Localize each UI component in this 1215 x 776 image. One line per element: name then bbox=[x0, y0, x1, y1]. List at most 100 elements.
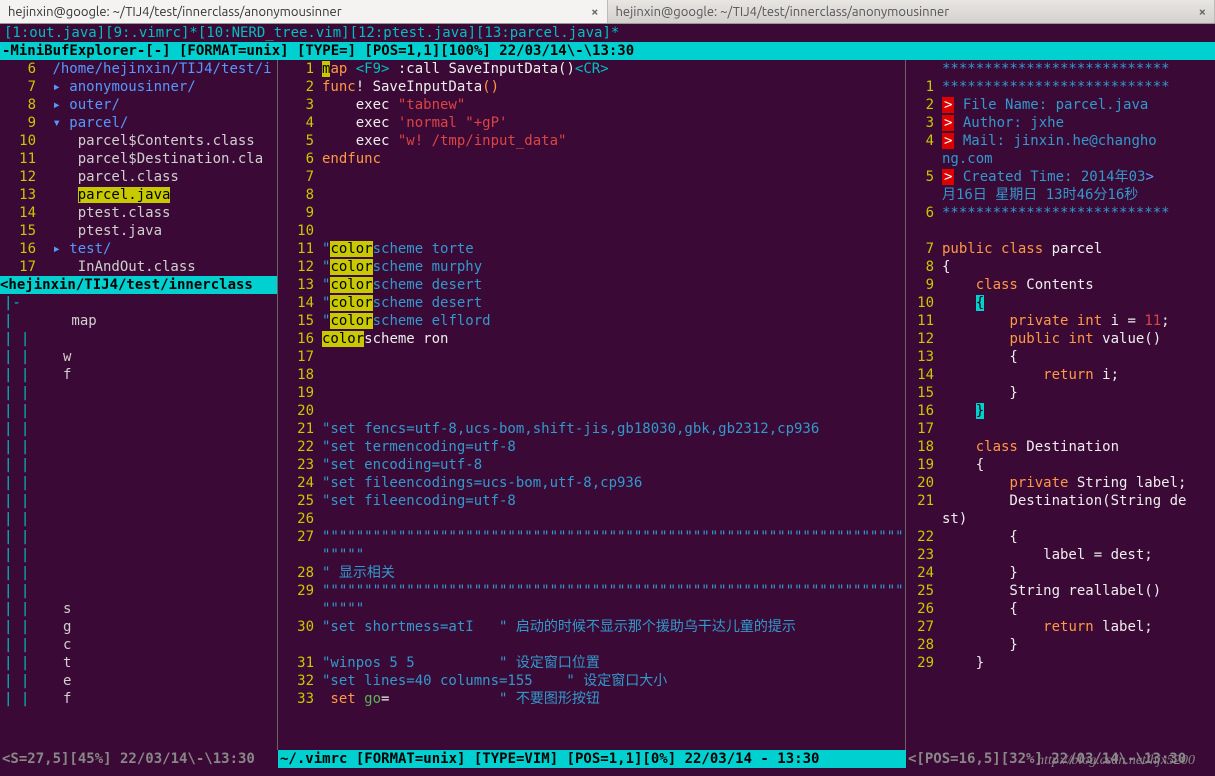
taglist-item[interactable]: | | e bbox=[0, 672, 277, 690]
code-line[interactable]: 13 { bbox=[906, 348, 1215, 366]
code-line[interactable]: 4> Mail: jinxin.he@changho bbox=[906, 132, 1215, 150]
code-line[interactable]: *************************** bbox=[906, 60, 1215, 78]
code-line[interactable]: 11"colorscheme torte bbox=[278, 240, 905, 258]
taglist-item[interactable]: | | bbox=[0, 330, 277, 348]
code-line[interactable]: 27 return label; bbox=[906, 618, 1215, 636]
code-line[interactable]: 19 { bbox=[906, 456, 1215, 474]
tree-row[interactable]: 8 ▸ outer/ bbox=[0, 96, 277, 114]
tree-row[interactable]: 12 parcel.class bbox=[0, 168, 277, 186]
tree-row[interactable]: 17 InAndOut.class bbox=[0, 258, 277, 276]
code-line[interactable]: 2func! SaveInputData() bbox=[278, 78, 905, 96]
code-line[interactable]: 32"set lines=40 columns=155 " 设定窗口大小 bbox=[278, 672, 905, 690]
taglist-item[interactable]: | | bbox=[0, 492, 277, 510]
terminal-tab-2[interactable]: hejinxin@google: ~/TIJ4/test/innerclass/… bbox=[608, 0, 1215, 23]
code-line[interactable]: 1*************************** bbox=[906, 78, 1215, 96]
code-line[interactable]: """"" bbox=[278, 600, 905, 618]
taglist-item[interactable]: | | g bbox=[0, 618, 277, 636]
code-line[interactable]: 28 } bbox=[906, 636, 1215, 654]
tree-row[interactable]: 9 ▾ parcel/ bbox=[0, 114, 277, 132]
tree-row[interactable]: 15 ptest.java bbox=[0, 222, 277, 240]
taglist-item[interactable]: | | bbox=[0, 528, 277, 546]
code-line[interactable]: 20 bbox=[278, 402, 905, 420]
code-line[interactable]: 12 public int value() bbox=[906, 330, 1215, 348]
code-line[interactable]: 14"colorscheme desert bbox=[278, 294, 905, 312]
taglist-item[interactable]: | | bbox=[0, 420, 277, 438]
code-line[interactable]: 17 bbox=[906, 420, 1215, 438]
code-line[interactable]: 3> Author: jxhe bbox=[906, 114, 1215, 132]
taglist-item[interactable]: | | f bbox=[0, 366, 277, 384]
terminal-tab-1[interactable]: hejinxin@google: ~/TIJ4/test/innerclass/… bbox=[0, 0, 608, 23]
terminal-body[interactable]: [1:out.java][9:.vimrc]*[10:NERD_tree.vim… bbox=[0, 24, 1215, 776]
taglist-item[interactable]: | | bbox=[0, 456, 277, 474]
code-line[interactable]: 33 set go= " 不要图形按钮 bbox=[278, 690, 905, 708]
parcel-pane[interactable]: ***************************1************… bbox=[906, 60, 1215, 750]
taglist-item[interactable]: | | bbox=[0, 510, 277, 528]
code-line[interactable]: 29""""""""""""""""""""""""""""""""""""""… bbox=[278, 582, 905, 600]
code-line[interactable]: 17 bbox=[278, 348, 905, 366]
code-line[interactable]: 21"set fencs=utf-8,ucs-bom,shift-jis,gb1… bbox=[278, 420, 905, 438]
taglist-item[interactable]: | | c bbox=[0, 636, 277, 654]
taglist-item[interactable]: | | bbox=[0, 474, 277, 492]
tree-row[interactable]: 14 ptest.class bbox=[0, 204, 277, 222]
tree-row[interactable]: 13 parcel.java bbox=[0, 186, 277, 204]
taglist-item[interactable]: | | bbox=[0, 564, 277, 582]
code-line[interactable]: 20 private String label; bbox=[906, 474, 1215, 492]
code-line[interactable]: 6endfunc bbox=[278, 150, 905, 168]
code-line[interactable]: 月16日 星期日 13时46分16秒 bbox=[906, 186, 1215, 204]
taglist-item[interactable]: | | t bbox=[0, 654, 277, 672]
code-line[interactable]: 1map <F9> :call SaveInputData()<CR> bbox=[278, 60, 905, 78]
code-line[interactable]: 9 bbox=[278, 204, 905, 222]
code-line[interactable]: 26 bbox=[278, 510, 905, 528]
taglist-item[interactable]: | | bbox=[0, 546, 277, 564]
code-line[interactable]: 14 return i; bbox=[906, 366, 1215, 384]
code-line[interactable]: 5 exec "w! /tmp/input_data" bbox=[278, 132, 905, 150]
code-line[interactable]: 15 } bbox=[906, 384, 1215, 402]
code-line[interactable]: 15"colorscheme elflord bbox=[278, 312, 905, 330]
code-line[interactable]: 19 bbox=[278, 384, 905, 402]
code-line[interactable]: 24"set fileencodings=ucs-bom,utf-8,cp936 bbox=[278, 474, 905, 492]
taglist-item[interactable]: | | w bbox=[0, 348, 277, 366]
code-line[interactable]: 4 exec 'normal "+gP' bbox=[278, 114, 905, 132]
code-line[interactable]: 12"colorscheme murphy bbox=[278, 258, 905, 276]
code-line[interactable]: 8{ bbox=[906, 258, 1215, 276]
code-line[interactable]: 7 bbox=[278, 168, 905, 186]
code-line[interactable] bbox=[278, 636, 905, 654]
code-line[interactable]: 2> File Name: parcel.java bbox=[906, 96, 1215, 114]
code-line[interactable]: 3 exec "tabnew" bbox=[278, 96, 905, 114]
code-line[interactable]: 18 class Destination bbox=[906, 438, 1215, 456]
tree-row[interactable]: 11 parcel$Destination.cla bbox=[0, 150, 277, 168]
code-line[interactable]: 10 { bbox=[906, 294, 1215, 312]
minibuf-explorer-line[interactable]: [1:out.java][9:.vimrc]*[10:NERD_tree.vim… bbox=[0, 24, 1215, 42]
code-line[interactable]: 22 { bbox=[906, 528, 1215, 546]
tree-row[interactable]: 7 ▸ anonymousinner/ bbox=[0, 78, 277, 96]
taglist-item[interactable]: | | bbox=[0, 582, 277, 600]
code-line[interactable]: 28" 显示相关 bbox=[278, 564, 905, 582]
code-line[interactable]: 22"set termencoding=utf-8 bbox=[278, 438, 905, 456]
code-line[interactable]: 21 Destination(String de bbox=[906, 492, 1215, 510]
code-line[interactable]: """"" bbox=[278, 546, 905, 564]
code-line[interactable]: 26 { bbox=[906, 600, 1215, 618]
code-line[interactable]: 29 } bbox=[906, 654, 1215, 672]
close-icon[interactable]: × bbox=[591, 5, 598, 19]
code-line[interactable]: ng.com bbox=[906, 150, 1215, 168]
code-line[interactable]: 9 class Contents bbox=[906, 276, 1215, 294]
code-line[interactable]: 11 private int i = 11; bbox=[906, 312, 1215, 330]
taglist-item[interactable]: | | bbox=[0, 384, 277, 402]
code-line[interactable]: 16 } bbox=[906, 402, 1215, 420]
code-line[interactable]: 5> Created Time: 2014年03> bbox=[906, 168, 1215, 186]
tree-row[interactable]: 10 parcel$Contents.class bbox=[0, 132, 277, 150]
code-line[interactable]: 30"set shortmess=atI " 启动的时候不显示那个援助乌干达儿童… bbox=[278, 618, 905, 636]
code-line[interactable]: 27""""""""""""""""""""""""""""""""""""""… bbox=[278, 528, 905, 546]
code-line[interactable]: 18 bbox=[278, 366, 905, 384]
vimrc-pane[interactable]: 1map <F9> :call SaveInputData()<CR>2func… bbox=[278, 60, 906, 750]
taglist-item[interactable]: | | bbox=[0, 438, 277, 456]
code-line[interactable]: 8 bbox=[278, 186, 905, 204]
code-line[interactable] bbox=[906, 222, 1215, 240]
code-line[interactable]: 31"winpos 5 5 " 设定窗口位置 bbox=[278, 654, 905, 672]
code-line[interactable]: 25"set fileencoding=utf-8 bbox=[278, 492, 905, 510]
tree-row[interactable]: 16 ▸ test/ bbox=[0, 240, 277, 258]
code-line[interactable]: st) bbox=[906, 510, 1215, 528]
code-line[interactable]: 6*************************** bbox=[906, 204, 1215, 222]
code-line[interactable]: 16colorscheme ron bbox=[278, 330, 905, 348]
nerdtree-pane[interactable]: 6 /home/hejinxin/TIJ4/test/i7 ▸ anonymou… bbox=[0, 60, 277, 276]
